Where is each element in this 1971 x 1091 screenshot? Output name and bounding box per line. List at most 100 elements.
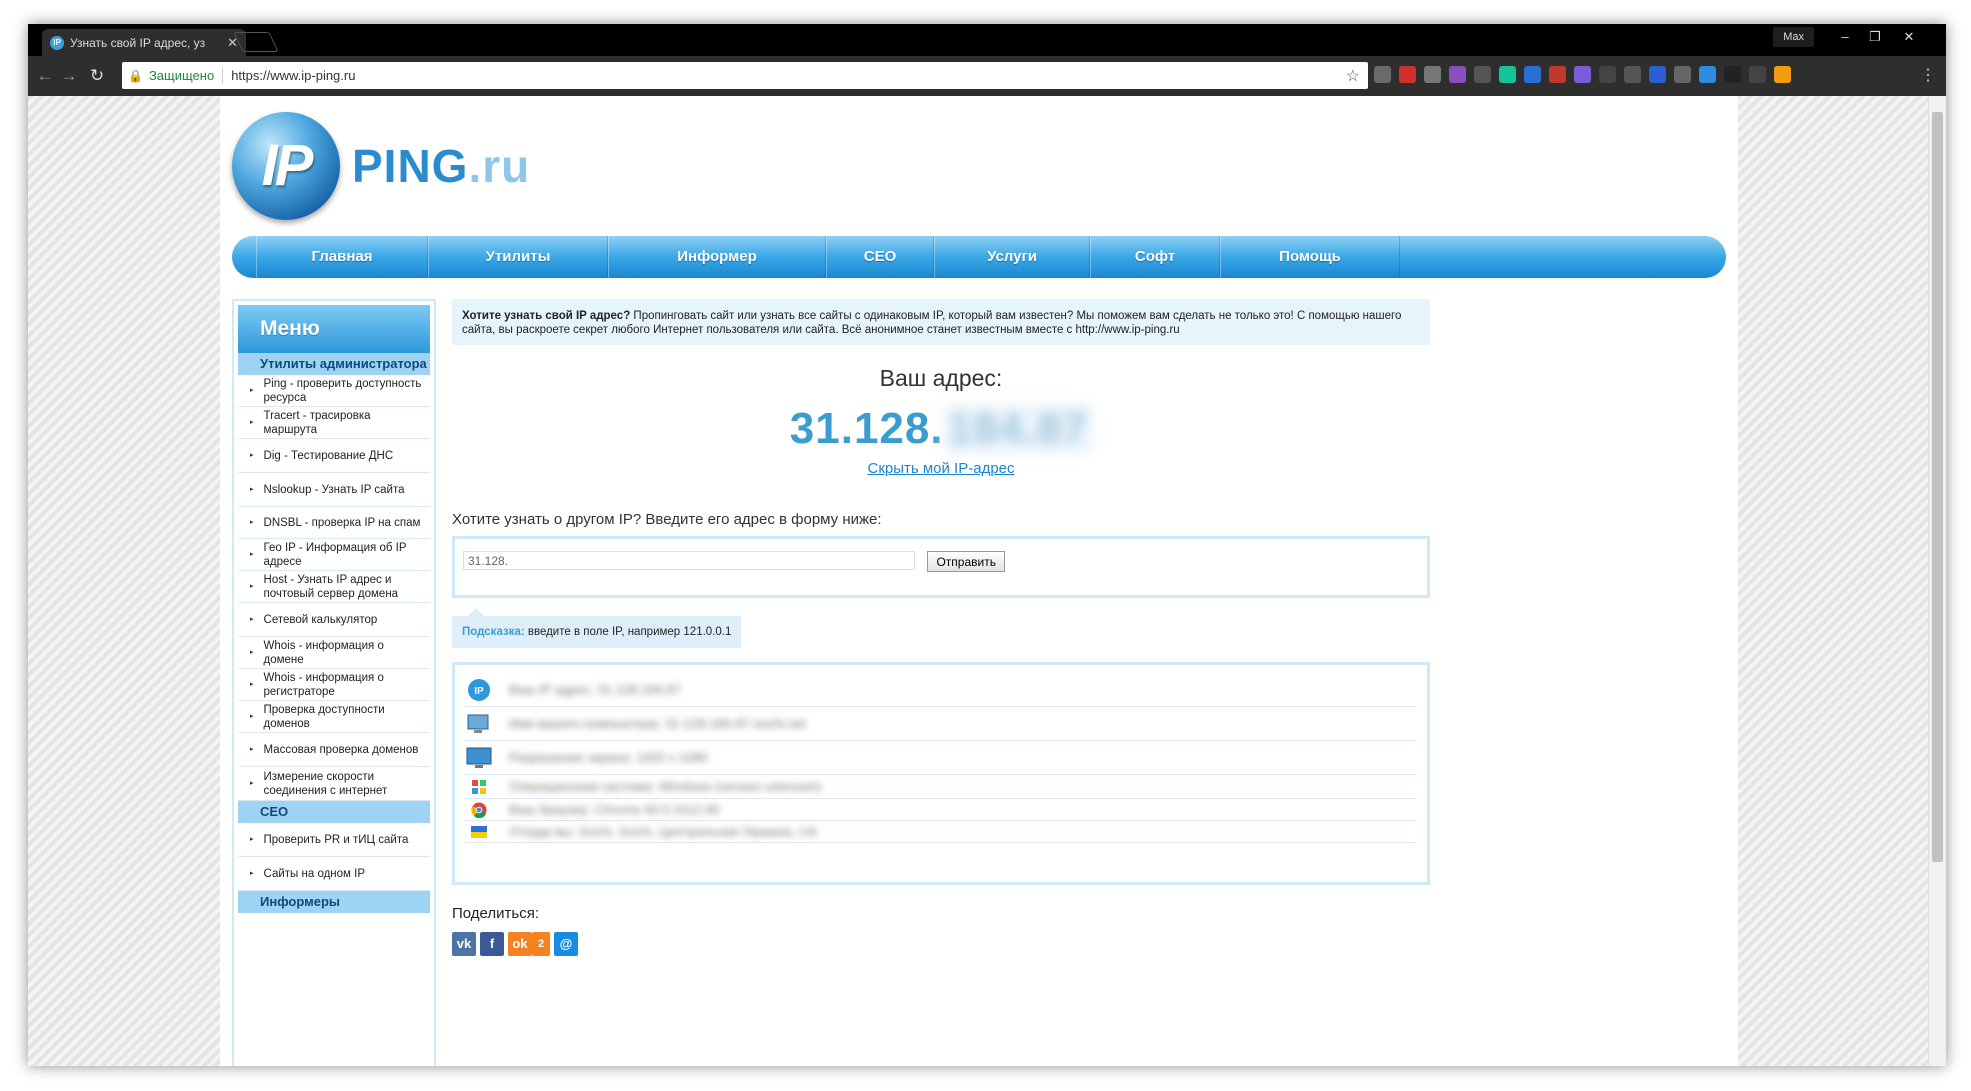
back-icon[interactable]: ← [34, 65, 56, 87]
mymail-share-icon[interactable]: @ [554, 932, 578, 956]
sidebar-item-label: Проверить PR и тИЦ сайта [263, 833, 409, 846]
hint-text: введите в поле IP, например 121.0.0.1 [524, 626, 732, 638]
info-row-text-blurred: Откуда вы: Sochi, Sochi, Центральная Укр… [509, 824, 817, 839]
send-button[interactable]: Отправить [927, 551, 1005, 572]
paw-icon[interactable] [1424, 66, 1441, 83]
tab-title: Узнать свой IP адрес, уз [70, 35, 206, 50]
sidebar-item[interactable]: ▸ Проверка доступности доменов [238, 701, 430, 733]
bullet-icon: ▸ [250, 550, 254, 558]
hint-box: Подсказка: введите в поле IP, например 1… [452, 608, 742, 648]
profile-button[interactable]: Max [1773, 27, 1814, 47]
url-text[interactable]: https://www.ip-ping.ru [231, 68, 355, 83]
sidebar-item[interactable]: ▸ Dig - Тестирование ДНС [238, 439, 430, 473]
new-icon[interactable] [1524, 66, 1541, 83]
sidebar-item[interactable]: ▸ Сетевой калькулятор [238, 603, 430, 637]
vk-share-icon[interactable]: vk [452, 932, 476, 956]
nav-item-1[interactable]: Утилиты [428, 236, 608, 278]
info-row: IP Ваш IP адрес: 31.128.184.87 [465, 673, 1417, 707]
hide-ip-link[interactable]: Скрыть мой IP-адрес [452, 460, 1430, 477]
sidebar-item-label: Dig - Тестирование ДНС [263, 449, 394, 462]
sidebar-item[interactable]: ▸ Host - Узнать IP адрес и почтовый серве… [238, 571, 430, 603]
logo-tld: .ru [468, 140, 531, 192]
ip-input[interactable] [463, 551, 915, 570]
odnoklassniki-share-icon[interactable]: ok [508, 932, 532, 956]
browser-tab[interactable]: IP Узнать свой IP адрес, уз ✕ [42, 29, 246, 56]
browser-menu-icon[interactable]: ⋮ [1920, 65, 1936, 85]
globe-icon[interactable] [1674, 66, 1691, 83]
info-row-text-blurred: Ваш браузер: Chrome 60.0.3112.90 [509, 802, 720, 817]
nav-item-6[interactable]: Помощь [1220, 236, 1400, 278]
sidebar-item-label: Сайты на одном IP [263, 867, 366, 880]
info-row-text-blurred: Разрешение экрана: 1920 x 1080 [509, 750, 708, 765]
close-window-icon[interactable]: ✕ [1894, 26, 1924, 48]
circle-blue-icon[interactable] [1699, 66, 1716, 83]
bullet-icon: ▸ [250, 779, 254, 787]
bookmark-star-icon[interactable]: ☆ [1346, 66, 1360, 86]
badge-6-icon[interactable] [1549, 66, 1566, 83]
off-icon[interactable] [1474, 66, 1491, 83]
sidebar-item[interactable]: ▸ DNSBL - проверка IP на спам [238, 507, 430, 539]
sidebar-item[interactable]: ▸ Ping - проверить доступность ресурса [238, 375, 430, 407]
sidebar-item-label: Массовая проверка доменов [263, 743, 419, 756]
logo-brand: PING [352, 140, 469, 192]
bullet-icon: ▸ [250, 680, 254, 688]
site-logo[interactable]: IP PING.ru [232, 112, 530, 220]
minimize-icon[interactable]: – [1830, 26, 1860, 48]
sidebar-item[interactable]: ▸ Измерение скорости соединения с интерне… [238, 767, 430, 801]
sidebar-item-label: Nslookup - Узнать IP сайта [263, 483, 405, 496]
sidebar-item[interactable]: ▸ Whois - информация о регистраторе [238, 669, 430, 701]
sidebar-item[interactable]: ▸ Tracert - трасировка маршрута [238, 407, 430, 439]
sidebar-item-label: Ping - проверить доступность ресурса [263, 377, 422, 404]
shield-icon[interactable] [1649, 66, 1666, 83]
sidebar-title: Меню [238, 305, 430, 353]
w-icon[interactable] [1574, 66, 1591, 83]
sidebar-item[interactable]: ▸ Nslookup - Узнать IP сайта [238, 473, 430, 507]
nav-item-4[interactable]: Услуги [934, 236, 1090, 278]
rss-icon[interactable] [1774, 66, 1791, 83]
reader-icon[interactable] [1749, 66, 1766, 83]
bug-icon[interactable] [1449, 66, 1466, 83]
other-ip-prompt: Хотите узнать о другом IP? Введите его а… [452, 511, 882, 528]
dark-circle-icon[interactable] [1724, 66, 1741, 83]
info-row-text-blurred: Имя вашего компьютера: 31-128-184-87.soc… [509, 716, 806, 731]
scrollbar-thumb[interactable] [1932, 112, 1943, 862]
info-row-text-blurred: Ваш IP адрес: 31.128.184.87 [509, 682, 681, 697]
visitor-info-box: IP Ваш IP адрес: 31.128.184.87 Имя вашего … [452, 662, 1430, 885]
grammarly-icon[interactable] [1499, 66, 1516, 83]
nav-item-2[interactable]: Информер [608, 236, 826, 278]
nav-item-3[interactable]: СЕО [826, 236, 934, 278]
browser-toolbar: ← → ↻ 🔒 Защищено https://www.ip-ping.ru … [28, 56, 1946, 96]
sidebar-item[interactable]: ▸ Сайты на одном IP [238, 857, 430, 891]
sidebar-section-title: Утилиты администратора [238, 353, 430, 375]
bullet-icon: ▸ [250, 745, 254, 753]
window-icon[interactable] [1624, 66, 1641, 83]
main-content: Хотите узнать свой IP адрес? Пропинговат… [452, 299, 1430, 956]
reload-icon[interactable]: ↻ [86, 65, 108, 87]
pocket-icon[interactable] [1374, 66, 1391, 83]
page-scrollbar[interactable] [1928, 96, 1946, 1066]
tab-strip: IP Узнать свой IP адрес, уз ✕ Max – ❐ ✕ [28, 24, 1946, 56]
sidebar-item[interactable]: ▸ Проверить PR и тИЦ сайта [238, 823, 430, 857]
info-row: Имя вашего компьютера: 31-128-184-87.soc… [465, 707, 1417, 741]
bullet-icon: ▸ [250, 835, 254, 843]
nav-item-5[interactable]: Софт [1090, 236, 1220, 278]
ip-visible: 31.128. [789, 404, 944, 453]
address-bar[interactable]: 🔒 Защищено https://www.ip-ping.ru ☆ [122, 62, 1368, 89]
facebook-share-icon[interactable]: f [480, 932, 504, 956]
intro-box: Хотите узнать свой IP адрес? Пропинговат… [452, 299, 1430, 345]
sidebar-item-label: Whois - информация о регистраторе [263, 671, 384, 698]
sidebar-menu: Меню Утилиты администратора ▸ Ping - прове… [232, 299, 436, 1066]
sidebar-item[interactable]: ▸ Массовая проверка доменов [238, 733, 430, 767]
nav-item-0[interactable]: Главная [256, 236, 428, 278]
bullet-icon: ▸ [250, 451, 254, 459]
restore-icon[interactable]: ❐ [1860, 26, 1890, 48]
sidebar-item[interactable]: ▸ Гео IP - Информация об IP адресе [238, 539, 430, 571]
ext-red-icon[interactable] [1399, 66, 1416, 83]
cloud-icon[interactable] [1599, 66, 1616, 83]
extensions-bar [1374, 66, 1791, 83]
odnoklassniki-count[interactable]: 2 [532, 932, 550, 956]
sidebar-item[interactable]: ▸ Whois - информация о домене [238, 637, 430, 669]
forward-icon[interactable]: → [58, 65, 80, 87]
hint-label: Подсказка: [462, 626, 525, 638]
share-icons: vk f ok 2 @ [452, 932, 1430, 956]
